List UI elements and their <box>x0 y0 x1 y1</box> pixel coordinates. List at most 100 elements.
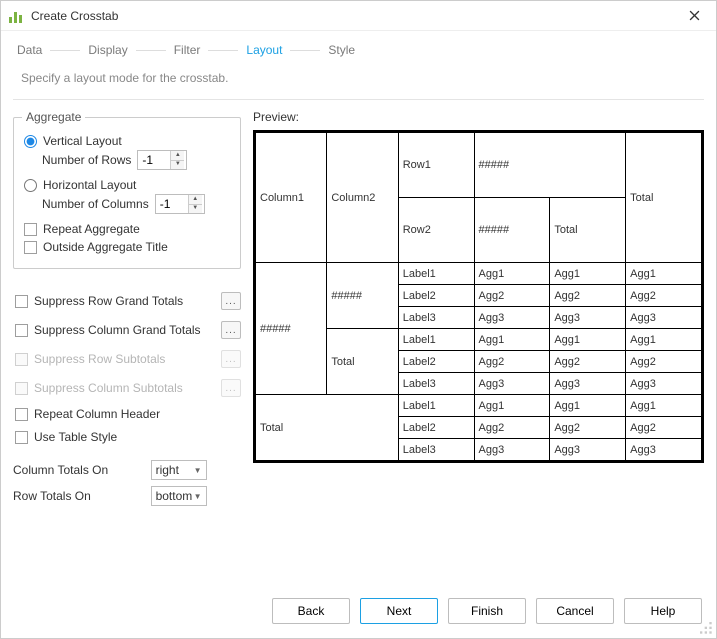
suppress-col-grand-label: Suppress Column Grand Totals <box>34 323 201 337</box>
preview-cell: Agg2 <box>474 285 550 307</box>
step-style[interactable]: Style <box>326 43 357 57</box>
horizontal-layout-label: Horizontal Layout <box>43 178 136 192</box>
preview-cell: Agg2 <box>626 417 702 439</box>
preview-cell: Agg1 <box>474 395 550 417</box>
aggregate-group: Aggregate Vertical Layout Number of Rows… <box>13 110 241 269</box>
horizontal-layout-radio[interactable] <box>24 179 37 192</box>
number-of-columns-input[interactable] <box>156 195 188 213</box>
preview-cell: Agg3 <box>474 307 550 329</box>
preview-cell: Total <box>256 395 399 461</box>
titlebar: Create Crosstab <box>1 1 716 31</box>
preview-cell: Row1 <box>398 133 474 198</box>
preview-cell: Column1 <box>256 133 327 263</box>
number-of-columns-stepper[interactable]: ▲ ▼ <box>155 194 205 214</box>
preview-cell: Agg3 <box>474 373 550 395</box>
repeat-column-header-checkbox[interactable] <box>15 408 28 421</box>
preview-cell: Agg3 <box>550 439 626 461</box>
app-icon <box>9 9 25 23</box>
preview-cell: Label2 <box>398 351 474 373</box>
preview-cell: Label1 <box>398 329 474 351</box>
preview-label: Preview: <box>253 110 704 124</box>
column-totals-on-value: right <box>156 463 194 477</box>
step-description: Specify a layout mode for the crosstab. <box>1 57 716 99</box>
options-group: Suppress Row Grand Totals ... Suppress C… <box>13 285 241 450</box>
rows-spin-down[interactable]: ▼ <box>170 161 184 170</box>
preview-cell: Agg2 <box>550 417 626 439</box>
preview-cell: Agg2 <box>550 351 626 373</box>
column-totals-on-select[interactable]: right ▼ <box>151 460 207 480</box>
preview-cell: Total <box>327 329 398 395</box>
outside-aggregate-title-label: Outside Aggregate Title <box>43 240 168 254</box>
help-button[interactable]: Help <box>624 598 702 624</box>
use-table-style-checkbox[interactable] <box>15 431 28 444</box>
suppress-col-grand-more[interactable]: ... <box>221 321 241 339</box>
preview-cell: Total <box>626 133 702 263</box>
suppress-row-sub-label: Suppress Row Subtotals <box>34 352 165 366</box>
cols-spin-down[interactable]: ▼ <box>188 205 202 214</box>
cols-spin-up[interactable]: ▲ <box>188 195 202 205</box>
suppress-row-grand-more[interactable]: ... <box>221 292 241 310</box>
suppress-row-sub-checkbox <box>15 353 28 366</box>
preview-cell: Agg1 <box>474 263 550 285</box>
chevron-down-icon: ▼ <box>194 492 202 501</box>
preview-cell: Agg1 <box>550 329 626 351</box>
use-table-style-label: Use Table Style <box>34 430 117 444</box>
row-totals-on-select[interactable]: bottom ▼ <box>151 486 207 506</box>
preview-table: Column1 Column2 Row1 ##### Total Row2 ##… <box>253 130 704 463</box>
preview-cell: Agg1 <box>626 263 702 285</box>
preview-cell: ##### <box>256 263 327 395</box>
preview-cell: Column2 <box>327 133 398 263</box>
cancel-button[interactable]: Cancel <box>536 598 614 624</box>
number-of-rows-stepper[interactable]: ▲ ▼ <box>137 150 187 170</box>
preview-cell: Label2 <box>398 417 474 439</box>
preview-cell: Agg1 <box>626 395 702 417</box>
footer-buttons: Back Next Finish Cancel Help <box>1 588 716 638</box>
preview-cell: Label3 <box>398 307 474 329</box>
repeat-aggregate-checkbox[interactable] <box>24 223 37 236</box>
dialog-window: Create Crosstab Data Display Filter Layo… <box>0 0 717 639</box>
preview-cell: Agg1 <box>550 395 626 417</box>
preview-cell: ##### <box>327 263 398 329</box>
suppress-col-sub-checkbox <box>15 382 28 395</box>
window-title: Create Crosstab <box>31 9 118 23</box>
preview-cell: Agg3 <box>626 439 702 461</box>
preview-cell: Agg2 <box>474 417 550 439</box>
suppress-row-grand-checkbox[interactable] <box>15 295 28 308</box>
preview-cell: Row2 <box>398 198 474 263</box>
resize-grip-icon[interactable] <box>700 622 714 636</box>
row-totals-on-value: bottom <box>156 489 194 503</box>
suppress-col-sub-more: ... <box>221 379 241 397</box>
step-filter[interactable]: Filter <box>172 43 203 57</box>
vertical-layout-label: Vertical Layout <box>43 134 122 148</box>
close-icon <box>689 10 700 21</box>
back-button[interactable]: Back <box>272 598 350 624</box>
preview-cell: Agg3 <box>626 307 702 329</box>
close-button[interactable] <box>680 5 708 27</box>
rows-spin-up[interactable]: ▲ <box>170 151 184 161</box>
step-layout[interactable]: Layout <box>244 43 284 57</box>
preview-cell: Agg1 <box>626 329 702 351</box>
number-of-rows-label: Number of Rows <box>42 153 131 167</box>
chevron-down-icon: ▼ <box>194 466 202 475</box>
preview-cell: Label1 <box>398 263 474 285</box>
suppress-row-grand-label: Suppress Row Grand Totals <box>34 294 183 308</box>
suppress-col-grand-checkbox[interactable] <box>15 324 28 337</box>
number-of-rows-input[interactable] <box>138 151 170 169</box>
preview-cell: Agg1 <box>550 263 626 285</box>
preview-cell: Agg2 <box>626 285 702 307</box>
outside-aggregate-title-checkbox[interactable] <box>24 241 37 254</box>
suppress-col-sub-label: Suppress Column Subtotals <box>34 381 183 395</box>
totals-group: Column Totals On right ▼ Row Totals On b… <box>13 460 241 506</box>
preview-cell: Label1 <box>398 395 474 417</box>
preview-cell: Agg2 <box>550 285 626 307</box>
preview-cell: Agg3 <box>550 307 626 329</box>
preview-cell: Label2 <box>398 285 474 307</box>
preview-cell: Agg3 <box>474 439 550 461</box>
vertical-layout-radio[interactable] <box>24 135 37 148</box>
step-display[interactable]: Display <box>86 43 129 57</box>
next-button[interactable]: Next <box>360 598 438 624</box>
step-data[interactable]: Data <box>15 43 44 57</box>
row-totals-on-label: Row Totals On <box>13 489 143 503</box>
suppress-row-sub-more: ... <box>221 350 241 368</box>
finish-button[interactable]: Finish <box>448 598 526 624</box>
